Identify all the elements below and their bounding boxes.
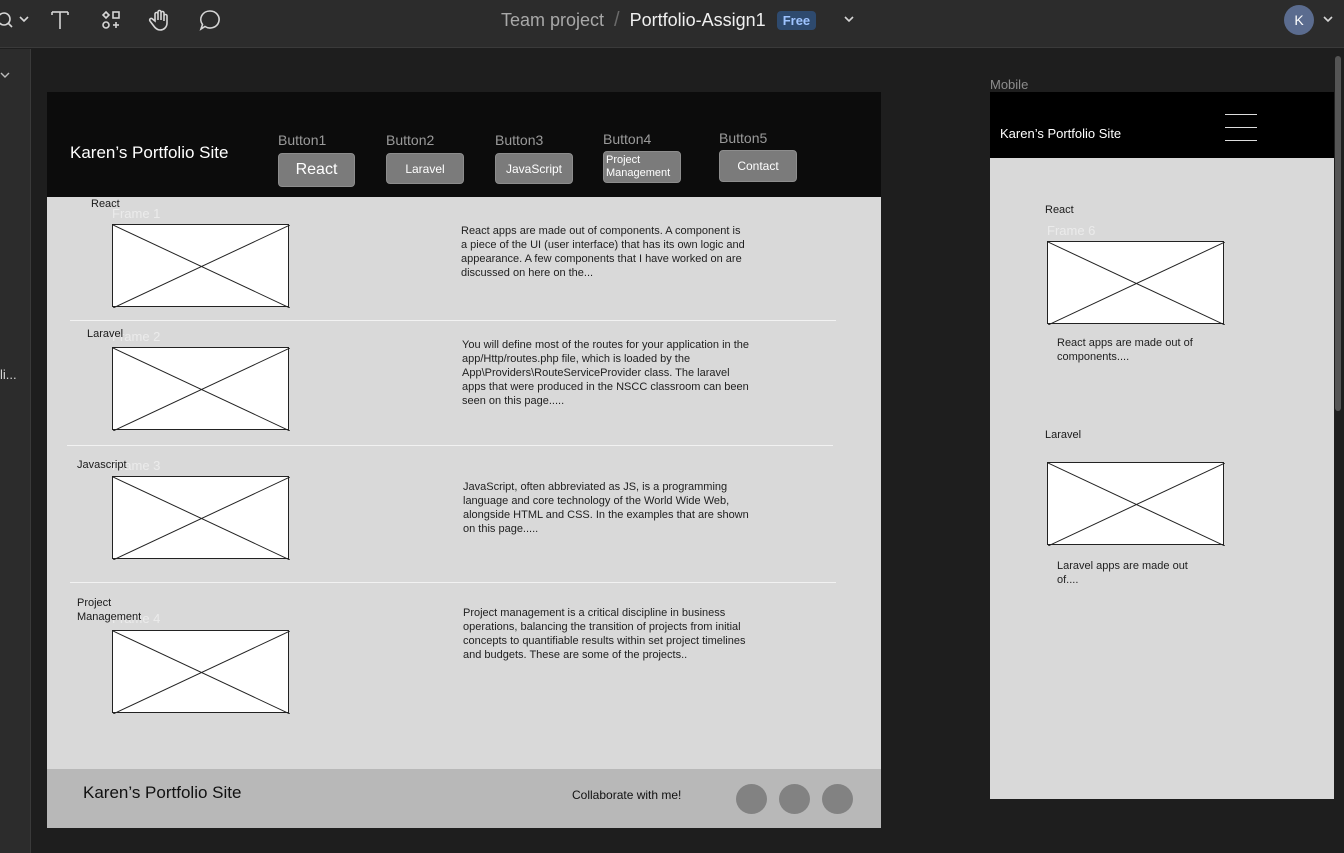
mobile-section-description: React apps are made out of components...…	[1057, 337, 1193, 363]
button-layer-name: Button4	[603, 131, 652, 147]
image-placeholder-icon	[1048, 242, 1225, 325]
section-label: Project Management	[77, 597, 142, 623]
nav-button-laravel[interactable]: Laravel	[386, 153, 464, 184]
frame-layer-name: Frame 6	[1047, 223, 1096, 238]
section-description: React apps are made out of components. A…	[461, 225, 745, 279]
mobile-section-label: React	[1045, 204, 1074, 216]
breadcrumb: Team project / Portfolio-Assign1 Free	[501, 8, 817, 31]
button-layer-name: Button5	[719, 130, 768, 146]
nav-button-project-management[interactable]: Project Management	[603, 151, 681, 183]
site-title: Karen’s Portfolio Site	[70, 143, 229, 162]
section-divider	[67, 445, 833, 446]
chevron-down-icon[interactable]	[0, 69, 14, 83]
hand-icon	[148, 9, 168, 31]
desktop-frame[interactable]: Karen’s Portfolio Site Button1 React But…	[47, 92, 881, 828]
section-divider	[70, 320, 836, 321]
zoom-icon	[0, 12, 29, 28]
chevron-down-icon[interactable]	[843, 12, 855, 26]
site-footer: Karen’s Portfolio Site Collaborate with …	[47, 769, 881, 828]
text-icon	[51, 11, 69, 29]
section-label: Laravel	[87, 328, 124, 340]
image-placeholder-icon	[113, 225, 290, 308]
image-placeholder-icon	[113, 631, 290, 714]
vertical-scrollbar[interactable]	[1335, 56, 1341, 411]
components-tool-button[interactable]	[99, 7, 123, 33]
button-layer-name: Button3	[495, 132, 544, 148]
breadcrumb-file-name[interactable]: Portfolio-Assign1	[630, 10, 766, 31]
top-toolbar: Team project / Portfolio-Assign1 Free K	[0, 0, 1344, 48]
footer-collaborate-text: Collaborate with me!	[572, 788, 682, 802]
breadcrumb-team[interactable]: Team project	[501, 10, 604, 31]
plan-badge: Free	[776, 10, 817, 30]
breadcrumb-separator: /	[614, 8, 620, 31]
comment-icon	[199, 10, 220, 31]
button-layer-name: Button1	[278, 132, 327, 148]
mobile-header: Karen’s Portfolio Site	[990, 92, 1334, 158]
image-placeholder[interactable]	[1047, 241, 1225, 325]
avatar[interactable]: K	[1284, 5, 1314, 35]
mobile-site-title: Karen’s Portfolio Site	[1000, 126, 1122, 141]
chevron-down-icon[interactable]	[1322, 14, 1334, 26]
button-layer-name: Button2	[386, 132, 435, 148]
sidebar-item[interactable]: li...	[0, 367, 17, 382]
nav-button-javascript[interactable]: JavaScript	[495, 153, 573, 184]
section-description: JavaScript, often abbreviated as JS, is …	[463, 481, 749, 535]
section-label: Javascript	[77, 459, 127, 471]
image-placeholder[interactable]	[112, 224, 290, 308]
image-placeholder-icon	[1048, 463, 1225, 546]
mobile-section-label: Laravel	[1045, 429, 1082, 441]
section-description: You will define most of the routes for y…	[462, 339, 749, 407]
image-placeholder-icon	[113, 348, 290, 431]
left-sidebar: li...	[0, 49, 31, 853]
social-icon[interactable]	[736, 784, 767, 814]
hand-tool-button[interactable]	[147, 7, 173, 33]
nav-button-contact[interactable]: Contact	[719, 150, 797, 182]
social-icon[interactable]	[779, 784, 810, 814]
mobile-frame[interactable]: Karen’s Portfolio Site React Frame 6 Rea…	[990, 92, 1334, 799]
footer-site-title: Karen’s Portfolio Site	[83, 783, 242, 802]
text-tool-button[interactable]	[48, 7, 72, 33]
mobile-frame-name[interactable]: Mobile	[990, 77, 1028, 92]
image-placeholder[interactable]	[112, 630, 290, 714]
social-icon[interactable]	[822, 784, 853, 814]
mobile-section-description: Laravel apps are made out of....	[1057, 560, 1188, 586]
components-icon	[101, 10, 120, 29]
comment-tool-button[interactable]	[197, 7, 223, 33]
hamburger-menu-icon[interactable]	[1225, 114, 1257, 142]
section-description: Project management is a critical discipl…	[463, 607, 746, 661]
image-placeholder[interactable]	[112, 347, 290, 431]
image-placeholder[interactable]	[112, 476, 290, 560]
zoom-tool-button[interactable]	[0, 7, 32, 33]
nav-button-react[interactable]: React	[278, 153, 355, 187]
site-header: Karen’s Portfolio Site Button1 React But…	[47, 92, 881, 197]
section-divider	[70, 582, 836, 583]
frame-layer-name: Frame 1	[112, 206, 161, 221]
image-placeholder[interactable]	[1047, 462, 1225, 546]
image-placeholder-icon	[113, 477, 290, 560]
